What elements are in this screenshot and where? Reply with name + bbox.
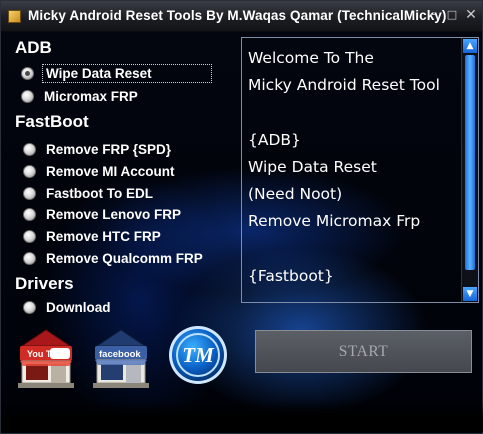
- fastboot-heading: FastBoot: [15, 112, 89, 131]
- radio-label: Fastboot To EDL: [46, 185, 153, 201]
- radio-remove-qualcomm-frp[interactable]: Remove Qualcomm FRP: [23, 249, 203, 267]
- scroll-thumb[interactable]: [465, 55, 475, 270]
- radio-label: Remove Qualcomm FRP: [46, 250, 203, 266]
- radio-button[interactable]: [23, 164, 36, 178]
- main-window: Micky Android Reset Tools By M.Waqas Qam…: [0, 0, 483, 434]
- facebook-store-icon: facebook: [93, 329, 149, 388]
- radio-label: Remove HTC FRP: [46, 228, 161, 244]
- radio-label: Micromax FRP: [44, 88, 138, 104]
- minimize-button[interactable]: –: [424, 7, 442, 23]
- facebook-text: facebook: [99, 349, 141, 360]
- radio-button[interactable]: [23, 251, 36, 265]
- radio-label: Remove MI Account: [46, 163, 175, 179]
- log-textbox[interactable]: Welcome To The Micky Android Reset Tool …: [241, 37, 479, 303]
- youtube-store-icon: You Tube: [18, 329, 74, 388]
- radio-button[interactable]: [21, 89, 34, 103]
- radio-download[interactable]: Download: [23, 298, 111, 316]
- tm-link-button[interactable]: TM: [167, 324, 229, 386]
- start-button[interactable]: START: [255, 330, 472, 373]
- bottom-shade: [2, 400, 483, 432]
- radio-button[interactable]: [23, 142, 36, 156]
- radio-label: Download: [46, 299, 111, 315]
- app-icon: [8, 10, 21, 23]
- scroll-up-arrow-icon[interactable]: ▲: [463, 39, 477, 53]
- radio-remove-mi-account[interactable]: Remove MI Account: [23, 162, 175, 180]
- radio-button[interactable]: [23, 300, 36, 314]
- scroll-down-arrow-icon[interactable]: ▼: [463, 287, 477, 301]
- drivers-heading: Drivers: [15, 274, 74, 293]
- facebook-link-button[interactable]: facebook: [89, 326, 153, 392]
- tm-text: TM: [182, 343, 215, 367]
- radio-micromax-frp[interactable]: Micromax FRP: [21, 87, 138, 105]
- radio-label: Remove Lenovo FRP: [46, 206, 182, 222]
- radio-button[interactable]: [23, 207, 36, 221]
- log-text: Welcome To The Micky Android Reset Tool …: [248, 49, 440, 285]
- tm-logo-icon: TM: [169, 326, 227, 384]
- adb-heading: ADB: [15, 38, 52, 57]
- radio-button[interactable]: [23, 186, 36, 200]
- log-scrollbar[interactable]: ▲ ▼: [461, 38, 478, 302]
- radio-remove-frp-spd[interactable]: Remove FRP {SPD}: [23, 140, 171, 158]
- close-button[interactable]: ✕: [462, 7, 480, 23]
- maximize-button[interactable]: □: [443, 7, 461, 23]
- radio-remove-lenovo-frp[interactable]: Remove Lenovo FRP: [23, 205, 181, 223]
- radio-fastboot-to-edl[interactable]: Fastboot To EDL: [23, 184, 153, 202]
- window-title: Micky Android Reset Tools By M.Waqas Qam…: [28, 8, 447, 23]
- title-bar[interactable]: Micky Android Reset Tools By M.Waqas Qam…: [1, 1, 482, 32]
- radio-wipe-data-reset[interactable]: Wipe Data Reset: [21, 63, 212, 83]
- radio-button[interactable]: [23, 229, 36, 243]
- radio-remove-htc-frp[interactable]: Remove HTC FRP: [23, 227, 161, 245]
- radio-label: Remove FRP {SPD}: [46, 141, 172, 157]
- youtube-link-button[interactable]: You Tube: [14, 326, 78, 392]
- radio-button-checked[interactable]: [21, 66, 34, 80]
- radio-label: Wipe Data Reset: [42, 63, 212, 83]
- youtube-you-text: You Tube: [27, 349, 67, 359]
